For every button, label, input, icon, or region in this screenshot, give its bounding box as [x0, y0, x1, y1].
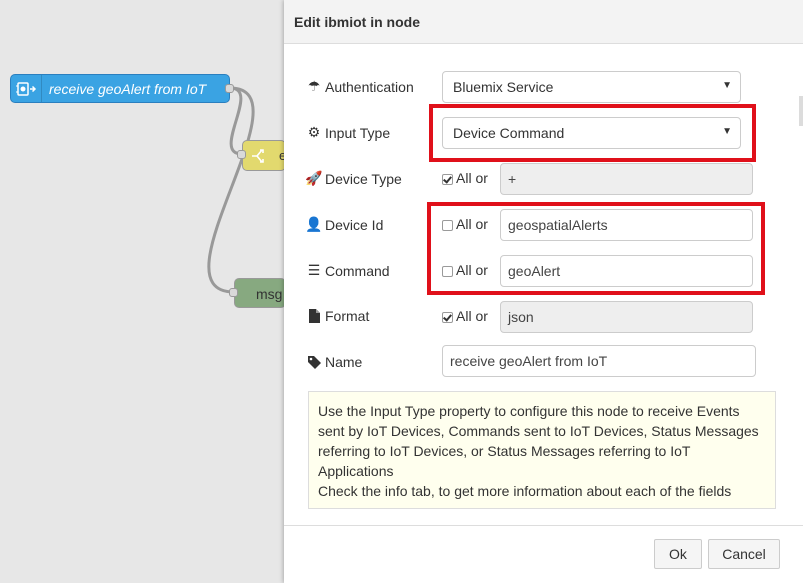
name-label: Name	[307, 354, 362, 370]
chip-icon	[11, 75, 42, 102]
label-text: Device Id	[325, 216, 384, 233]
device-type-input[interactable]: +	[500, 163, 753, 195]
label-text: Command	[325, 262, 390, 279]
input-value: json	[508, 309, 534, 325]
label-text: Input Type	[325, 124, 391, 141]
label-text: Authentication	[325, 78, 414, 95]
command-label: ☰ Command	[307, 262, 390, 279]
input-value: receive geoAlert from IoT	[450, 353, 608, 369]
highlight-box	[427, 202, 765, 295]
name-input[interactable]: receive geoAlert from IoT	[442, 345, 756, 377]
device-id-label: 👤 Device Id	[305, 216, 384, 233]
input-type-label: ⚙ Input Type	[307, 124, 390, 141]
ok-button[interactable]: Ok	[654, 539, 702, 569]
input-port[interactable]	[237, 150, 246, 159]
switch-icon	[243, 141, 273, 170]
selected-value: Bluemix Service	[453, 79, 554, 95]
info-tip: Use the Input Type property to configure…	[308, 391, 776, 509]
node-label: receive geoAlert from IoT	[49, 81, 207, 97]
node-label: msg	[256, 286, 283, 302]
switch-node[interactable]: e	[242, 140, 286, 171]
debug-node[interactable]: msg	[234, 278, 286, 308]
device-type-all-checkbox[interactable]	[442, 174, 453, 185]
ibmiot-in-node[interactable]: receive geoAlert from IoT	[10, 74, 230, 103]
authentication-select[interactable]: Bluemix Service ▼	[442, 71, 741, 103]
dialog-title: Edit ibmiot in node	[294, 14, 420, 30]
dialog-header: Edit ibmiot in node	[284, 0, 803, 44]
highlight-box	[429, 104, 756, 162]
cancel-button[interactable]: Cancel	[708, 539, 780, 569]
tip-text: Check the info tab, to get more informat…	[318, 483, 732, 499]
edit-node-dialog: Edit ibmiot in node ☂ Authentication Blu…	[284, 0, 803, 583]
device-type-label: 🚀 Device Type	[305, 170, 402, 187]
file-icon	[307, 309, 321, 323]
dialog-footer: Ok Cancel	[284, 525, 803, 583]
output-port[interactable]	[225, 84, 234, 93]
user-icon: 👤	[305, 216, 323, 232]
chevron-down-icon: ▼	[722, 80, 732, 91]
rocket-icon: 🚀	[305, 170, 323, 186]
format-label: Format	[307, 308, 369, 324]
format-all-checkbox[interactable]	[442, 312, 453, 323]
input-value: +	[508, 171, 517, 187]
format-input[interactable]: json	[500, 301, 753, 333]
all-or-label: All or	[456, 308, 488, 324]
tag-icon	[307, 355, 321, 369]
dialog-edge	[799, 96, 803, 126]
umbrella-icon: ☂	[307, 78, 321, 94]
tip-text: Use the Input Type property to configure…	[318, 403, 759, 479]
cogs-icon: ⚙	[307, 124, 321, 140]
list-icon: ☰	[307, 262, 321, 278]
all-or-label: All or	[456, 170, 488, 186]
label-text: Device Type	[325, 170, 402, 187]
label-text: Name	[325, 354, 363, 370]
input-port[interactable]	[229, 288, 238, 297]
authentication-label: ☂ Authentication	[307, 78, 414, 95]
label-text: Format	[325, 308, 370, 324]
